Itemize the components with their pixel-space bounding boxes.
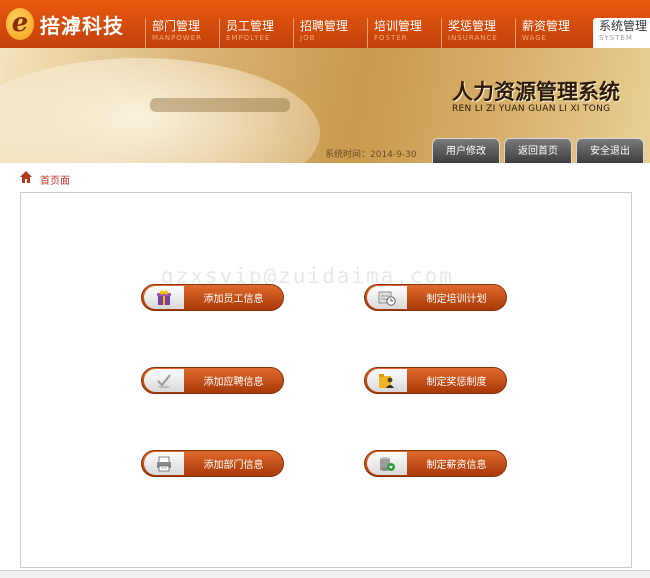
add-applicant-button[interactable]: 添加应聘信息 bbox=[141, 367, 284, 394]
nav-item-label: 招聘管理 bbox=[300, 19, 349, 33]
folder-person-icon bbox=[379, 373, 394, 388]
main-nav: 部门管理 MANPOWER 员工管理 EMPOLYEE 招聘管理 JOB 培训管… bbox=[145, 18, 650, 48]
nav-item-employee[interactable]: 员工管理 EMPOLYEE bbox=[219, 18, 293, 48]
system-title: 人力资源管理系统 bbox=[452, 80, 620, 104]
nav-item-sublabel: EMPOLYEE bbox=[226, 34, 271, 42]
rewards-policy-button[interactable]: 制定奖惩制度 bbox=[364, 367, 507, 394]
logout-button[interactable]: 安全退出 bbox=[576, 138, 644, 163]
action-label: 添加员工信息 bbox=[203, 294, 264, 305]
add-department-button[interactable]: 添加部门信息 bbox=[141, 450, 284, 477]
action-label: 制定培训计划 bbox=[426, 294, 487, 305]
pen-check-icon bbox=[157, 373, 171, 388]
schedule-clock-icon bbox=[378, 291, 396, 306]
brand-logo: e 掊滹科技 bbox=[6, 8, 124, 40]
toolbar-buttons: 用户修改 返回首页 安全退出 bbox=[432, 138, 648, 163]
nav-item-sublabel: MANPOWER bbox=[152, 34, 203, 42]
nav-item-system[interactable]: 系统管理 SYSTEM bbox=[593, 18, 650, 48]
nav-item-sublabel: WAGE bbox=[522, 34, 548, 42]
training-plan-button[interactable]: 制定培训计划 bbox=[364, 284, 507, 311]
nav-item-label: 培训管理 bbox=[374, 19, 423, 33]
top-header: e 掊滹科技 部门管理 MANPOWER 员工管理 EMPOLYEE 招聘管理 … bbox=[0, 0, 650, 48]
nav-item-sublabel: SYSTEM bbox=[599, 34, 633, 42]
system-subtitle: REN LI ZI YUAN GUAN LI XI TONG bbox=[452, 104, 611, 114]
action-label: 添加部门信息 bbox=[203, 460, 264, 471]
nav-item-rewards[interactable]: 奖惩管理 INSURANCE bbox=[441, 18, 515, 48]
nav-item-salary[interactable]: 薪资管理 WAGE bbox=[515, 18, 589, 48]
nav-item-label: 系统管理 bbox=[599, 19, 648, 33]
header-banner: 人力资源管理系统 REN LI ZI YUAN GUAN LI XI TONG … bbox=[0, 48, 650, 163]
logo-e-icon: e bbox=[6, 8, 34, 40]
action-label: 添加应聘信息 bbox=[203, 377, 264, 388]
system-time: 系统时间：2014-9-30 bbox=[325, 150, 417, 160]
salary-info-button[interactable]: 制定薪资信息 bbox=[364, 450, 507, 477]
breadcrumb-home-link[interactable]: 首页面 bbox=[40, 172, 70, 187]
company-name: 掊滹科技 bbox=[40, 13, 124, 38]
nav-item-sublabel: FOSTER bbox=[374, 34, 408, 42]
nav-item-recruitment[interactable]: 招聘管理 JOB bbox=[293, 18, 367, 48]
action-label: 制定薪资信息 bbox=[426, 460, 487, 471]
action-label: 制定奖惩制度 bbox=[426, 377, 487, 388]
home-icon bbox=[20, 171, 32, 183]
nav-item-label: 部门管理 bbox=[152, 19, 201, 33]
nav-item-sublabel: INSURANCE bbox=[448, 34, 498, 42]
nav-item-department[interactable]: 部门管理 MANPOWER bbox=[145, 18, 219, 48]
nav-item-label: 员工管理 bbox=[226, 19, 275, 33]
back-home-button[interactable]: 返回首页 bbox=[504, 138, 572, 163]
footer-divider bbox=[0, 570, 650, 578]
banner-decoration-bar bbox=[150, 98, 290, 112]
main-panel: gzxsvip@zuidaima.com 添加员工信息 制定培训计划 添加应聘信… bbox=[20, 192, 632, 568]
nav-item-label: 薪资管理 bbox=[522, 19, 571, 33]
banner-toolbar: 系统时间：2014-9-30 用户修改 返回首页 安全退出 bbox=[0, 138, 650, 163]
nav-item-label: 奖惩管理 bbox=[448, 19, 497, 33]
database-download-icon bbox=[380, 456, 395, 471]
breadcrumb: 首页面 bbox=[0, 163, 650, 191]
add-employee-button[interactable]: 添加员工信息 bbox=[141, 284, 284, 311]
user-edit-button[interactable]: 用户修改 bbox=[432, 138, 500, 163]
nav-item-sublabel: JOB bbox=[300, 34, 316, 42]
nav-item-training[interactable]: 培训管理 FOSTER bbox=[367, 18, 441, 48]
printer-icon bbox=[157, 456, 171, 471]
gift-box-icon bbox=[157, 290, 171, 305]
